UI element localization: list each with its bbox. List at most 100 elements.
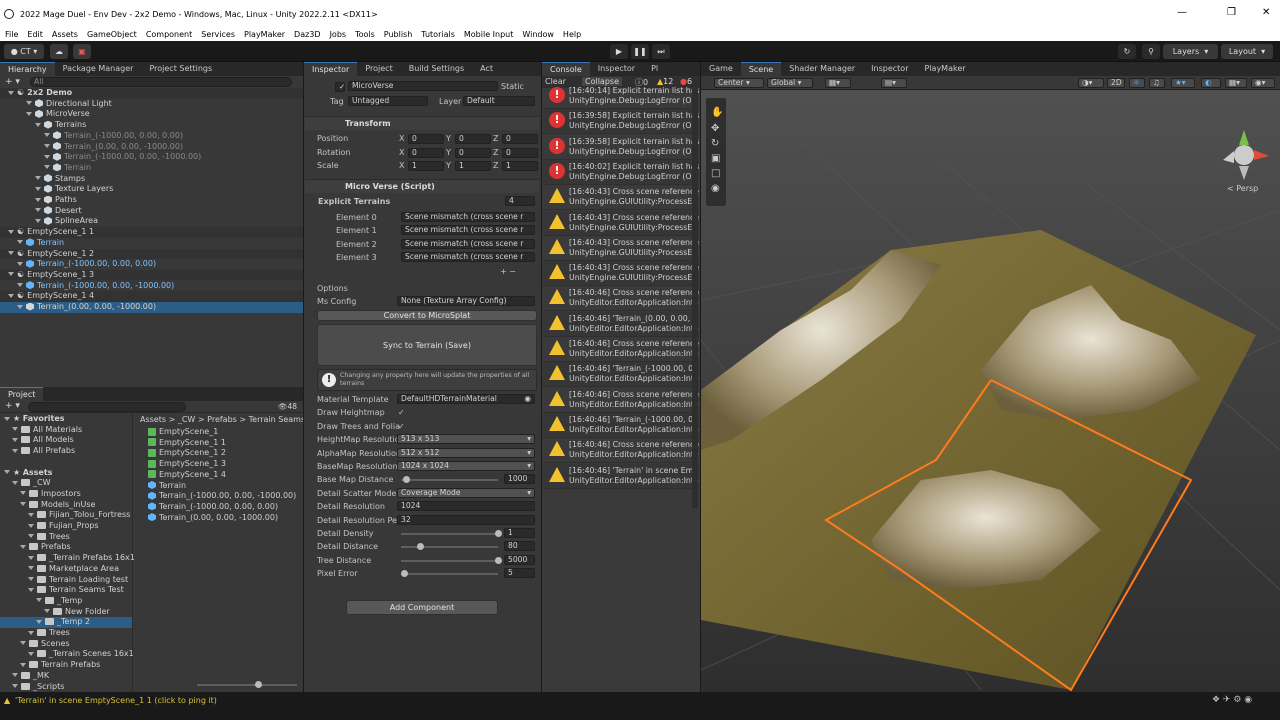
hierarchy-row[interactable]: Desert — [0, 206, 303, 217]
thumbnail-size-knob[interactable] — [255, 681, 262, 688]
project-tree-item[interactable]: _Temp 2 — [0, 617, 132, 628]
draw-heightmap-checkbox[interactable]: ✓ — [398, 408, 405, 417]
project-tree-item[interactable]: All Models — [0, 435, 132, 446]
expand-arrow-icon[interactable] — [26, 101, 32, 106]
detail-scatter-mode-field[interactable]: Coverage Mode ▾ — [397, 487, 535, 498]
object-picker-icon[interactable]: ◉ — [524, 395, 531, 403]
convert-microsplat-button[interactable]: Convert to MicroSplat — [317, 310, 537, 321]
menu-item[interactable]: File — [5, 30, 18, 39]
hierarchy-row[interactable]: Texture Layers — [0, 184, 303, 195]
search-icon[interactable]: ⚲ — [1142, 44, 1160, 59]
hierarchy-row[interactable]: Terrain_(-1000.00, 0.00, -1000.00) — [0, 281, 303, 292]
project-add-icon[interactable]: + ▾ — [5, 401, 20, 411]
rotate-tool-icon[interactable]: ↻ — [711, 138, 719, 149]
expand-arrow-icon[interactable] — [20, 544, 26, 549]
expand-arrow-icon[interactable] — [35, 186, 41, 191]
pixel-error-field[interactable]: 5 — [504, 568, 535, 579]
expand-arrow-icon[interactable] — [17, 240, 23, 245]
detail-density-slider[interactable] — [401, 533, 498, 535]
hierarchy-row[interactable]: MicroVerse — [0, 109, 303, 120]
rect-tool-icon[interactable]: □ — [711, 168, 720, 179]
expand-arrow-icon[interactable] — [44, 144, 50, 148]
expand-arrow-icon[interactable] — [17, 283, 23, 288]
history-icon[interactable]: ↻ — [1118, 44, 1136, 59]
tab-shader-manager[interactable]: Shader Manager — [781, 62, 863, 76]
project-tree-item[interactable]: _Temp — [0, 596, 132, 607]
console-log-entry[interactable]: ! [16:39:58] Explicit terrain list has Uni… — [543, 109, 699, 135]
expand-arrow-icon[interactable] — [26, 111, 32, 116]
expand-arrow-icon[interactable] — [12, 673, 18, 678]
expand-arrow-icon[interactable] — [12, 427, 18, 432]
terrain-element-field[interactable]: Scene mismatch (cross scene r — [401, 212, 535, 222]
hierarchy-row[interactable]: Terrain_(0.00, 0.00, -1000.00) — [0, 302, 303, 313]
cloud-icon[interactable]: ☁ — [50, 44, 68, 59]
gizmos-icon[interactable]: ◉▾ — [1251, 78, 1275, 88]
transform-scale-x[interactable]: 1 — [408, 161, 444, 171]
transform-tool-icon[interactable]: ◉ — [711, 183, 720, 194]
breadcrumb-item[interactable]: _CW — [178, 415, 196, 424]
expand-arrow-icon[interactable] — [20, 502, 26, 507]
static-toggle[interactable]: Static — [501, 82, 524, 91]
project-file-item[interactable]: EmptyScene_1 4 — [148, 470, 226, 479]
project-file-item[interactable]: Terrain_(0.00, 0.00, -1000.00) — [148, 513, 278, 522]
project-tree-item[interactable]: New Folder — [0, 607, 132, 618]
detail-density-slider-knob[interactable] — [495, 530, 502, 537]
menu-item[interactable]: Tutorials — [421, 30, 455, 39]
tab-package-manager[interactable]: Package Manager — [55, 62, 142, 76]
shading-mode-icon[interactable]: ◑▾ — [1078, 78, 1104, 88]
tab-hierarchy[interactable]: Hierarchy — [0, 62, 55, 76]
tab-project[interactable]: Project — [0, 387, 44, 401]
project-tree-item[interactable]: Prefabs — [0, 542, 132, 553]
project-file-item[interactable]: Terrain — [148, 481, 186, 490]
tab-console[interactable]: Console — [542, 62, 590, 76]
lighting-icon[interactable]: ☼ — [1129, 78, 1145, 88]
menu-item[interactable]: Publish — [384, 30, 413, 39]
layers-dropdown[interactable]: Layers ▾ — [1163, 44, 1218, 59]
project-tree-item[interactable]: _Terrain Scenes 16x1 — [0, 649, 134, 660]
tab-inspector[interactable]: Inspector — [863, 62, 916, 76]
space-dropdown[interactable]: Global ▾ — [767, 78, 813, 88]
hierarchy-row[interactable]: Terrain — [0, 238, 303, 249]
expand-arrow-icon[interactable] — [35, 176, 41, 181]
project-file-item[interactable]: Terrain_(-1000.00, 0.00, 0.00) — [148, 502, 278, 511]
material-template-field[interactable]: DefaultHDTerrainMaterial ◉ — [397, 394, 535, 404]
project-file-item[interactable]: EmptyScene_1 — [148, 427, 218, 436]
detail-resolution-per-field[interactable]: 32 — [397, 514, 535, 525]
expand-arrow-icon[interactable] — [4, 470, 10, 474]
project-search-input[interactable] — [28, 402, 186, 412]
scale-tool-icon[interactable]: ▣ — [711, 153, 720, 164]
menu-item[interactable]: Jobs — [330, 30, 347, 39]
expand-arrow-icon[interactable] — [17, 261, 23, 266]
step-button[interactable]: ⏭ — [652, 44, 670, 59]
draw-trees-and-folia-checkbox[interactable]: ✓ — [398, 422, 405, 431]
heightmap-resolution-field[interactable]: 513 x 513 ▾ — [397, 434, 535, 445]
project-tree-item[interactable]: _MK — [0, 671, 132, 682]
menu-item[interactable]: Mobile Input — [464, 30, 514, 39]
transform-rotation-x[interactable]: 0 — [408, 147, 444, 158]
expand-arrow-icon[interactable] — [36, 619, 42, 624]
console-scrollbar[interactable] — [692, 88, 698, 508]
hierarchy-row[interactable]: ☯ EmptyScene_1 3 — [0, 269, 303, 281]
expand-arrow-icon[interactable] — [44, 609, 50, 614]
tab-game[interactable]: Game — [701, 62, 741, 76]
project-tree-item[interactable]: _Terrain Prefabs 16x1 — [0, 553, 135, 564]
project-tree-item[interactable]: Fijian_Tolou_Fortress — [0, 510, 132, 521]
console-log-entry[interactable]: [16:40:46] Cross scene reference UnityEdi… — [543, 337, 699, 362]
breadcrumb-item[interactable]: Prefabs — [207, 415, 237, 424]
project-tree-item[interactable]: Terrain Seams Test — [0, 585, 132, 596]
object-name-input[interactable]: MicroVerse — [348, 81, 498, 91]
expand-arrow-icon[interactable] — [12, 684, 18, 688]
expand-arrow-icon[interactable] — [35, 208, 41, 213]
snap-increment-icon[interactable]: ▤▾ — [881, 78, 907, 88]
expand-arrow-icon[interactable] — [4, 416, 10, 421]
transform-position-y[interactable]: 0 — [455, 134, 491, 144]
expand-arrow-icon[interactable] — [28, 534, 34, 539]
tab-playmaker[interactable]: PlayMaker — [917, 62, 974, 76]
console-log-entry[interactable]: ! [16:39:58] Explicit terrain list has Uni… — [543, 135, 699, 160]
menu-item[interactable]: Daz3D — [294, 30, 321, 39]
expand-arrow-icon[interactable] — [20, 662, 26, 667]
play-button[interactable]: ▶ — [610, 44, 628, 59]
console-log-entry[interactable]: ! [16:40:02] Explicit terrain list has Uni… — [543, 159, 699, 185]
project-tree-item[interactable]: _Scripts — [0, 682, 132, 693]
project-file-item[interactable]: Terrain_(-1000.00, 0.00, -1000.00) — [148, 491, 296, 500]
